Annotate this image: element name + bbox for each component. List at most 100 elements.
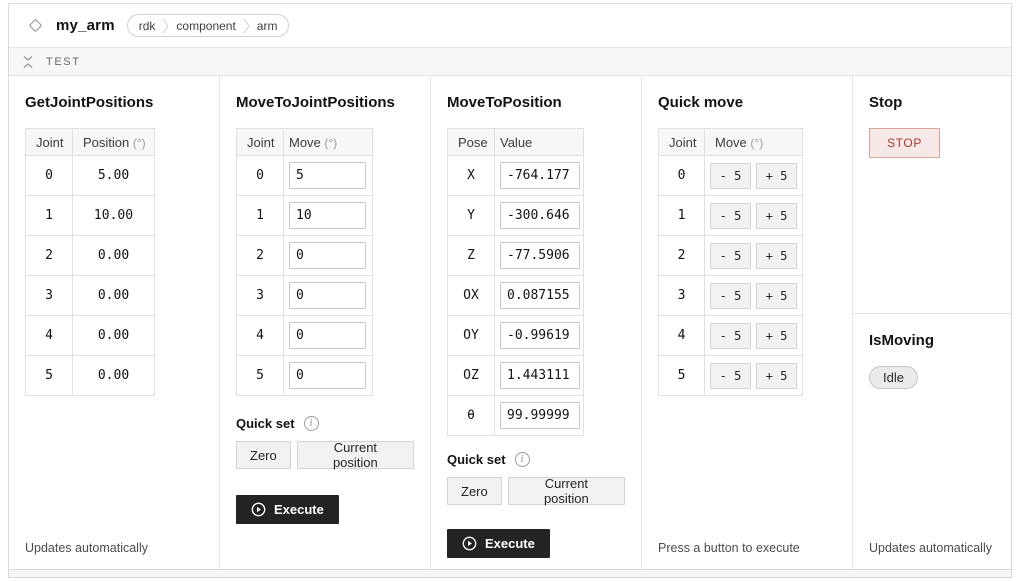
- status-badge: Idle: [869, 366, 918, 389]
- joint-index: 4: [26, 316, 73, 356]
- joint-5-plus-5-button[interactable]: + 5: [756, 363, 797, 389]
- pose-table: Pose Value X Y Z OX OY OZ θ: [447, 128, 584, 436]
- joint-2-move-input[interactable]: [289, 242, 366, 269]
- table-row: 2- 5+ 5: [659, 236, 803, 276]
- quick-move-table: Joint Move (°) 0- 5+ 5 1- 5+ 5 2- 5+ 5 3…: [658, 128, 803, 396]
- column-header-position: Position (°): [73, 129, 155, 156]
- table-row: Y: [448, 196, 584, 236]
- table-row: 2: [237, 236, 373, 276]
- execute-label: Execute: [274, 502, 324, 517]
- joint-0-minus-5-button[interactable]: - 5: [710, 163, 751, 189]
- table-row: 1- 5+ 5: [659, 196, 803, 236]
- table-row: 110.00: [26, 196, 155, 236]
- table-row: 3: [237, 276, 373, 316]
- stop-section: Stop STOP: [853, 76, 1011, 314]
- pose-oz-input[interactable]: [500, 362, 580, 389]
- pose-ox-input[interactable]: [500, 282, 580, 309]
- pose-label: OZ: [448, 356, 495, 396]
- joint-3-move-input[interactable]: [289, 282, 366, 309]
- quick-set-label: Quick set: [447, 452, 506, 467]
- table-row: θ: [448, 396, 584, 436]
- joint-index: 0: [26, 156, 73, 196]
- execute-button[interactable]: Execute: [236, 495, 339, 524]
- joint-index: 5: [237, 356, 284, 396]
- joint-index: 5: [659, 356, 705, 396]
- test-panel-content: GetJointPositions Joint Position (°) 05.…: [9, 76, 1011, 570]
- execute-button[interactable]: Execute: [447, 529, 550, 558]
- table-row: OZ: [448, 356, 584, 396]
- table-row: 20.00: [26, 236, 155, 276]
- pose-theta-input[interactable]: [500, 402, 580, 429]
- stop-ismoving-column: Stop STOP IsMoving Idle Updates automati…: [853, 76, 1011, 569]
- chevron-right-icon: [243, 17, 250, 35]
- table-row: 4: [237, 316, 373, 356]
- table-row: 0: [237, 156, 373, 196]
- joint-5-move-input[interactable]: [289, 362, 366, 389]
- section-title: MoveToPosition: [447, 94, 625, 111]
- execute-label: Execute: [485, 536, 535, 551]
- section-title: MoveToJointPositions: [236, 94, 414, 111]
- column-header-joint: Joint: [659, 129, 705, 156]
- joint-0-move-input[interactable]: [289, 162, 366, 189]
- current-position-button[interactable]: Current position: [297, 441, 414, 469]
- updates-automatically-hint: Updates automatically: [25, 541, 148, 555]
- info-icon[interactable]: i: [515, 452, 530, 467]
- joint-index: 5: [26, 356, 73, 396]
- joint-3-plus-5-button[interactable]: + 5: [756, 283, 797, 309]
- joint-2-minus-5-button[interactable]: - 5: [710, 243, 751, 269]
- column-header-move: Move (°): [284, 129, 373, 156]
- next-section-bar: [9, 570, 1011, 577]
- pose-y-input[interactable]: [500, 202, 580, 229]
- joint-index: 2: [237, 236, 284, 276]
- section-title: IsMoving: [869, 332, 995, 349]
- header-unit: (°): [133, 136, 146, 150]
- table-row: 50.00: [26, 356, 155, 396]
- joint-1-move-input[interactable]: [289, 202, 366, 229]
- header-text: Position: [83, 135, 129, 150]
- joint-position-value: 0.00: [73, 316, 155, 356]
- joint-index: 2: [26, 236, 73, 276]
- joint-5-minus-5-button[interactable]: - 5: [710, 363, 751, 389]
- joint-0-plus-5-button[interactable]: + 5: [756, 163, 797, 189]
- header-text: Move: [289, 135, 321, 150]
- get-joint-positions-section: GetJointPositions Joint Position (°) 05.…: [9, 76, 220, 569]
- table-row: OY: [448, 316, 584, 356]
- pose-label: Y: [448, 196, 495, 236]
- pose-label: θ: [448, 396, 495, 436]
- info-icon[interactable]: i: [304, 416, 319, 431]
- table-row: 1: [237, 196, 373, 236]
- test-section-label: TEST: [46, 56, 81, 68]
- header-unit: (°): [750, 136, 763, 150]
- joint-index: 1: [26, 196, 73, 236]
- joint-2-plus-5-button[interactable]: + 5: [756, 243, 797, 269]
- joint-1-plus-5-button[interactable]: + 5: [756, 203, 797, 229]
- joint-4-minus-5-button[interactable]: - 5: [710, 323, 751, 349]
- table-row: 3- 5+ 5: [659, 276, 803, 316]
- collapse-icon[interactable]: [22, 54, 35, 69]
- move-joint-table: Joint Move (°) 0 1 2 3 4 5: [236, 128, 373, 396]
- quick-set-label: Quick set: [236, 416, 295, 431]
- joint-index: 3: [659, 276, 705, 316]
- zero-button[interactable]: Zero: [447, 477, 502, 505]
- breadcrumb: rdk component arm: [127, 14, 290, 37]
- joint-position-value: 0.00: [73, 236, 155, 276]
- current-position-button[interactable]: Current position: [508, 477, 625, 505]
- joint-4-move-input[interactable]: [289, 322, 366, 349]
- pose-oy-input[interactable]: [500, 322, 580, 349]
- joint-4-plus-5-button[interactable]: + 5: [756, 323, 797, 349]
- joint-position-value: 10.00: [73, 196, 155, 236]
- column-header-value: Value: [495, 129, 584, 156]
- section-title: Stop: [869, 94, 995, 111]
- joint-index: 1: [659, 196, 705, 236]
- joint-3-minus-5-button[interactable]: - 5: [710, 283, 751, 309]
- joint-index: 3: [237, 276, 284, 316]
- zero-button[interactable]: Zero: [236, 441, 291, 469]
- joint-position-value: 0.00: [73, 276, 155, 316]
- pose-x-input[interactable]: [500, 162, 580, 189]
- joint-1-minus-5-button[interactable]: - 5: [710, 203, 751, 229]
- stop-button[interactable]: STOP: [869, 128, 940, 158]
- table-row: 40.00: [26, 316, 155, 356]
- pose-label: X: [448, 156, 495, 196]
- pose-z-input[interactable]: [500, 242, 580, 269]
- move-to-joint-positions-section: MoveToJointPositions Joint Move (°) 0 1 …: [220, 76, 431, 569]
